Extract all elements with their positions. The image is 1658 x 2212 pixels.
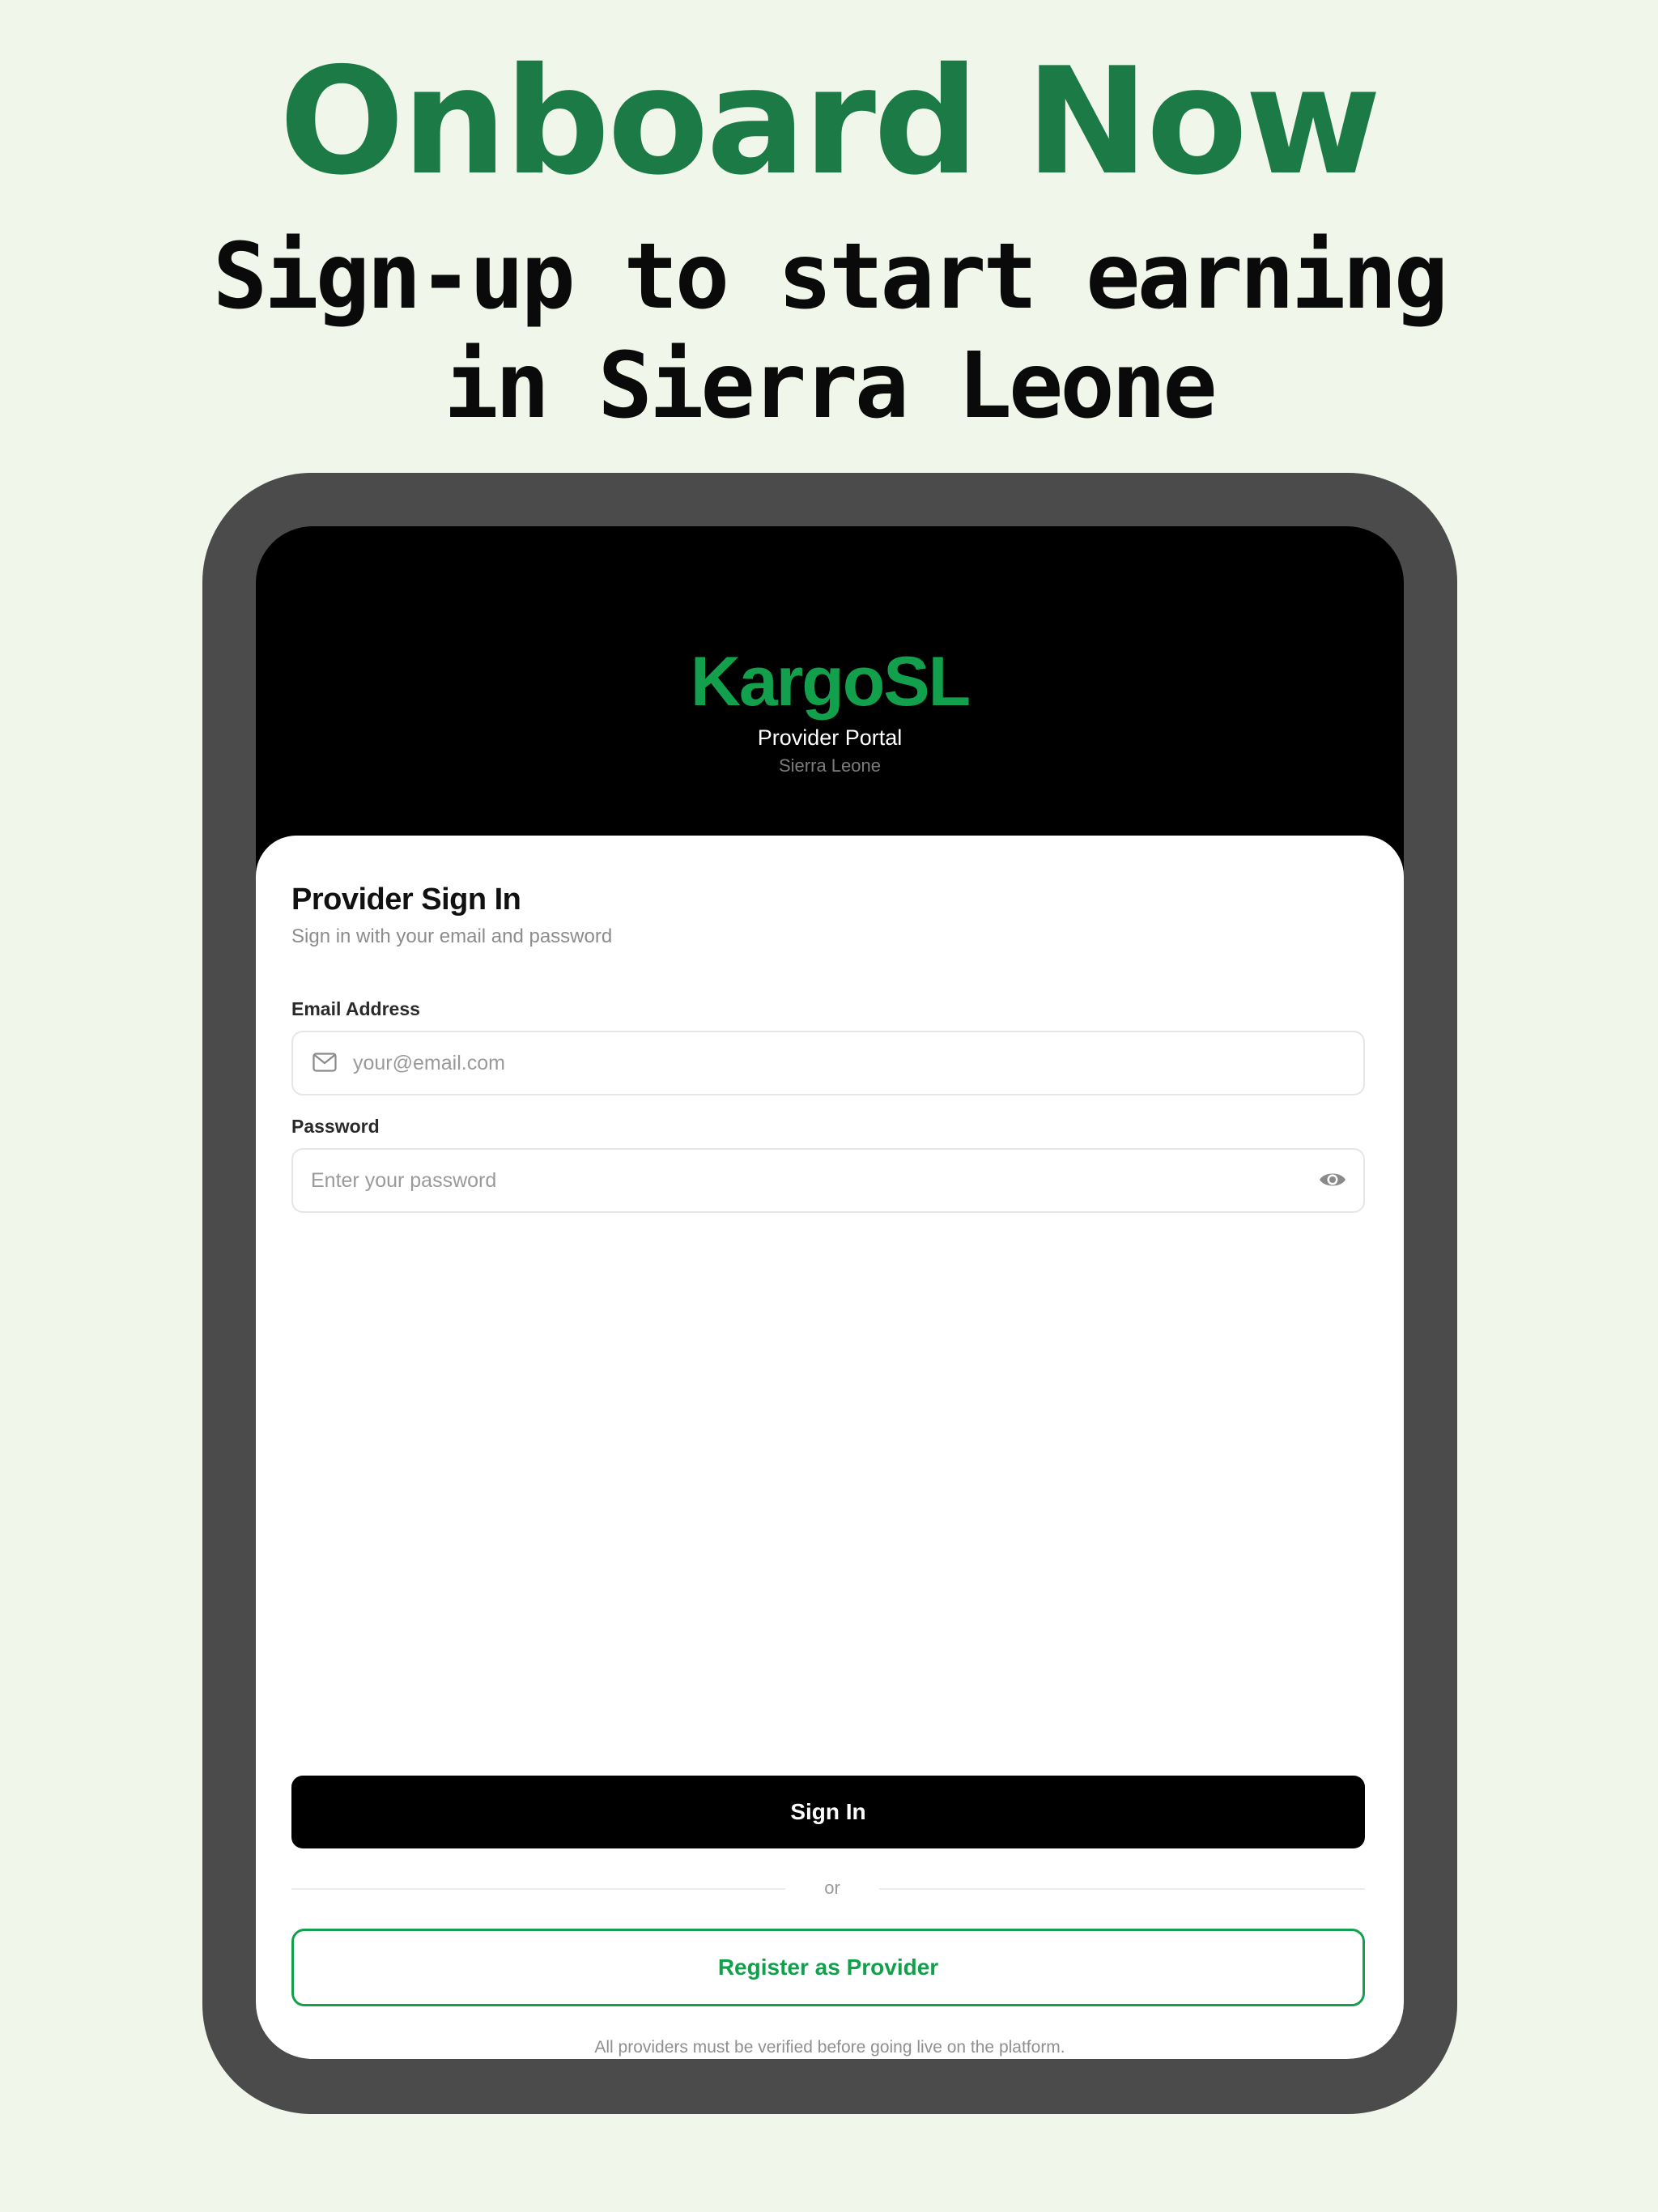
divider-line-left: [291, 1888, 785, 1890]
brand-logo: KargoSL: [690, 643, 971, 721]
verification-disclaimer: All providers must be verified before go…: [594, 2038, 1065, 2057]
divider-or: or: [824, 1878, 840, 1898]
region-label: Sierra Leone: [779, 755, 881, 776]
promo-subheadline-line1: Sign-up to start earning: [212, 224, 1448, 330]
email-input[interactable]: [353, 1032, 1341, 1094]
promo-subheadline-line2: in Sierra Leone: [444, 334, 1217, 439]
mail-icon: [312, 1053, 337, 1072]
password-field[interactable]: [291, 1148, 1365, 1213]
email-label: Email Address: [291, 998, 420, 1019]
promo-subheadline: Sign-up to start earning in Sierra Leone: [0, 223, 1658, 441]
signin-card: Provider Sign In Sign in with your email…: [256, 836, 1404, 2059]
signin-title: Provider Sign In: [291, 883, 521, 917]
signin-subtitle: Sign in with your email and password: [291, 925, 613, 947]
email-field[interactable]: [291, 1031, 1365, 1095]
register-provider-button[interactable]: Register as Provider: [291, 1929, 1365, 2006]
password-input[interactable]: [311, 1150, 1299, 1211]
portal-title: Provider Portal: [757, 725, 903, 750]
promo-headline: Onboard Now: [278, 36, 1381, 207]
eye-icon[interactable]: [1318, 1168, 1347, 1192]
divider-line-right: [879, 1888, 1365, 1890]
signin-button[interactable]: Sign In: [291, 1776, 1365, 1848]
app-screen: KargoSL Provider Portal Sierra Leone Pro…: [256, 526, 1404, 2059]
password-label: Password: [291, 1116, 380, 1137]
